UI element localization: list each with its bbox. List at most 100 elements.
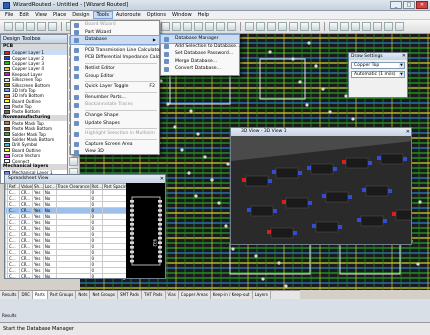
toolbar-tool-icon[interactable]	[395, 22, 404, 31]
draw-tool-icon[interactable]	[69, 157, 78, 166]
toolbar-tool-icon[interactable]	[245, 22, 254, 31]
toolbar-tool-icon[interactable]	[289, 22, 298, 31]
minimize-button[interactable]: _	[390, 1, 402, 9]
menu-item-capture-screen-area[interactable]: Capture Screen Area	[71, 141, 159, 149]
layer-color-swatch	[4, 109, 10, 114]
toolbar-tool-icon[interactable]	[161, 22, 170, 31]
toolbar-tool-icon[interactable]	[15, 22, 24, 31]
menu-file[interactable]: File	[2, 11, 16, 19]
close-button[interactable]: ✕	[416, 1, 428, 9]
menu-options[interactable]: Options	[144, 11, 169, 19]
toolbar-tool-icon[interactable]	[329, 22, 338, 31]
menu-place[interactable]: Place	[50, 11, 69, 19]
tab-layers[interactable]: Layers	[253, 291, 271, 299]
menu-edit[interactable]: Edit	[16, 11, 32, 19]
component-3d	[342, 160, 346, 164]
footprint-pad	[130, 241, 134, 244]
menu-tools[interactable]: Tools	[92, 11, 113, 19]
tab-copper-areas[interactable]: Copper Areas	[179, 291, 211, 299]
layer-select[interactable]: Copper Top ▼	[351, 62, 405, 69]
menu-window[interactable]: Window	[169, 11, 195, 19]
menu-item-merge-database[interactable]: Merge Database...	[161, 58, 239, 66]
menu-item-netlist-editor[interactable]: Netlist Editor	[71, 65, 159, 73]
column-header[interactable]: Trace Clearance	[55, 183, 91, 190]
toolbar-tool-icon[interactable]	[194, 22, 203, 31]
toolbar-tool-icon[interactable]	[48, 22, 57, 31]
close-icon[interactable]: ✕	[406, 128, 410, 136]
close-icon[interactable]: ✕	[402, 53, 406, 60]
toolbar-tool-icon[interactable]	[37, 22, 46, 31]
tab-smt-pads[interactable]: SMT Pads	[118, 291, 143, 299]
toolbar-tool-icon[interactable]	[216, 22, 225, 31]
menu-item-part-wizard[interactable]: Part Wizard	[71, 29, 159, 37]
toolbar-tool-icon[interactable]	[267, 22, 276, 31]
menu-autoroute[interactable]: Autoroute	[113, 11, 144, 19]
toolbar-tool-icon[interactable]	[351, 22, 360, 31]
column-header[interactable]: Sh...	[31, 183, 44, 190]
column-header[interactable]: Ref...	[7, 183, 20, 190]
menu-item-database[interactable]: Database ▶	[70, 35, 160, 45]
menu-item-label: Change Shape	[85, 112, 119, 118]
toolbar-tool-icon[interactable]	[172, 22, 181, 31]
menu-item-convert-database[interactable]: Convert Database...	[161, 65, 239, 73]
tab-results[interactable]: Results	[0, 291, 20, 299]
layer-color-swatch	[4, 148, 10, 153]
menu-item-icon	[74, 102, 79, 108]
toolbar-tool-icon[interactable]	[256, 22, 265, 31]
chip-3d	[275, 167, 299, 179]
menu-item-add-selection-to-database[interactable]: Add Selection to Database...	[161, 43, 240, 51]
tab-drc[interactable]: DRC	[19, 291, 33, 299]
maximize-button[interactable]: □	[403, 1, 415, 9]
menu-separator	[85, 138, 157, 140]
view-3d-window[interactable]: 3D View - 3D View 1 ✕	[230, 127, 412, 245]
menu-item-group-editor[interactable]: Group Editor	[71, 73, 159, 81]
menu-help[interactable]: Help	[195, 11, 212, 19]
tab-tht-pads[interactable]: THT Pads	[142, 291, 166, 299]
status-bar: Start the Database Manager	[0, 322, 430, 335]
component-3d	[333, 167, 337, 171]
table-cell: 0	[89, 273, 103, 278]
tab-nets[interactable]: Nets	[76, 291, 91, 299]
width-select[interactable]: Automatic (1 mils) ▼	[351, 71, 405, 78]
column-header[interactable]: Value	[19, 183, 33, 190]
table-cell: No	[42, 273, 57, 278]
tab-parts[interactable]: Parts	[32, 291, 48, 299]
toolbar-tool-icon[interactable]	[4, 22, 13, 31]
toolbar-tool-icon[interactable]	[362, 22, 371, 31]
table-row[interactable]: C...CR...YesNo0No	[5, 273, 141, 278]
close-icon[interactable]: ✕	[160, 175, 164, 183]
tab-vias[interactable]: Vias	[166, 291, 179, 299]
toolbar-tool-icon[interactable]	[183, 22, 192, 31]
tab-net-groups[interactable]: Net Groups	[90, 291, 118, 299]
chevron-down-icon: ▼	[399, 63, 404, 68]
menu-item-renumber-parts[interactable]: Renumber Parts...	[71, 94, 159, 102]
column-header[interactable]: Rot...	[89, 183, 103, 190]
toolbar-tool-icon[interactable]	[340, 22, 349, 31]
toolbar-tool-icon[interactable]	[278, 22, 287, 31]
menu-item-change-shape[interactable]: Change Shape	[71, 112, 159, 120]
tab-keep-in-keep-out[interactable]: Keep-in / Keep-out	[211, 291, 253, 299]
menu-item-database-manager[interactable]: Database Manager	[160, 34, 240, 44]
toolbar-tool-icon[interactable]	[26, 22, 35, 31]
menu-item-pcb-differential-impedance-calculator[interactable]: PCB Differential Impedance Calculator	[71, 54, 173, 62]
menu-item-update-shapes[interactable]: Update Shapes	[71, 120, 159, 128]
footprint-pad	[158, 213, 162, 217]
menu-design[interactable]: Design	[69, 11, 92, 19]
tab-part-groups[interactable]: Part Groups	[48, 291, 77, 299]
toolbar-tool-icon[interactable]	[373, 22, 382, 31]
toolbar-tool-icon[interactable]	[227, 22, 236, 31]
column-header[interactable]: Loc...	[42, 183, 57, 190]
layer-name: Connect	[12, 158, 30, 164]
menu-item-view-3d[interactable]: View 3D	[71, 148, 159, 156]
toolbar-tool-icon[interactable]	[300, 22, 309, 31]
menu-item-pcb-transmission-line-calculator[interactable]: PCB Transmission Line Calculator	[71, 47, 161, 55]
toolbar-tool-icon[interactable]	[205, 22, 214, 31]
menu-item-set-database-password[interactable]: Set Database Password...	[161, 50, 239, 58]
component-3d	[368, 161, 372, 165]
toolbar-tool-icon[interactable]	[311, 22, 320, 31]
menu-view[interactable]: View	[32, 11, 50, 19]
menu-item-quick-layer-toggle[interactable]: Quick Layer Toggle F2	[71, 83, 159, 91]
layer-color-swatch	[4, 121, 10, 126]
layer-color-swatch	[4, 132, 10, 137]
toolbar-tool-icon[interactable]	[384, 22, 393, 31]
